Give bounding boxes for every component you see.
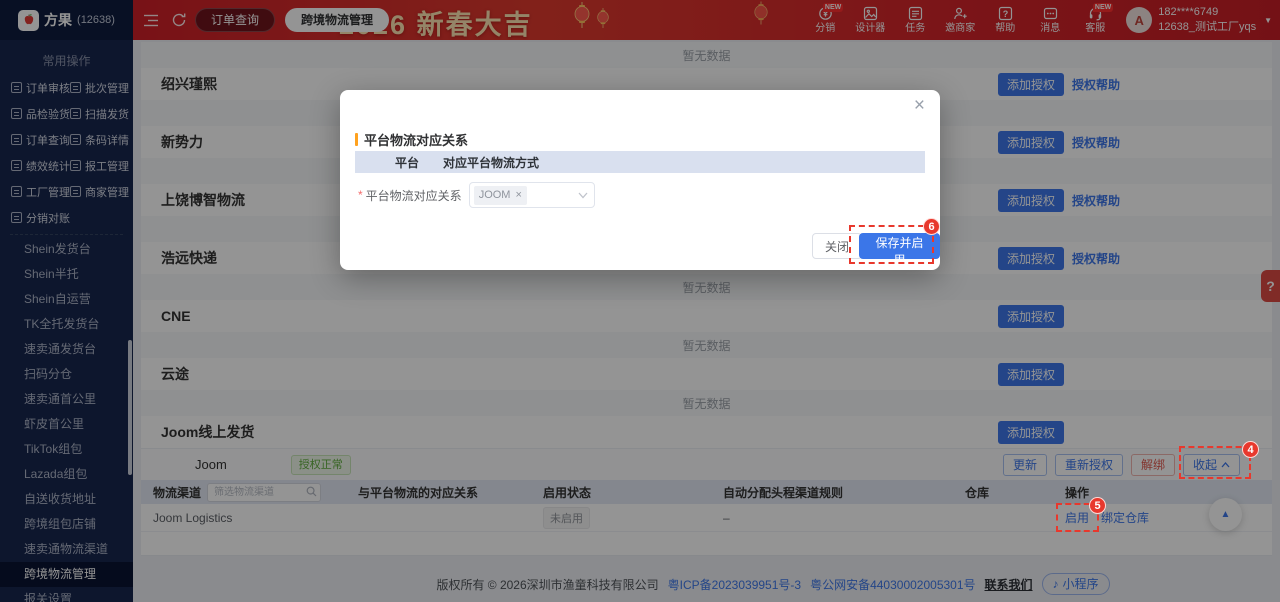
modal-section-title: 平台物流对应关系 xyxy=(364,133,469,148)
logistics-mapping-select[interactable]: JOOM × xyxy=(468,182,595,208)
modal-col-platform: 平台 xyxy=(395,155,420,170)
annotation-badge-4: 4 xyxy=(1242,441,1259,458)
modal-col-mapping: 对应平台物流方式 xyxy=(443,155,540,170)
annotation-box-6: 6 xyxy=(849,218,940,264)
annotation-badge-6: 6 xyxy=(923,218,940,235)
field-label: 平台物流对应关系 xyxy=(365,188,462,203)
annotation-box-5: 5 xyxy=(1056,497,1106,532)
section-accent-bar xyxy=(355,133,358,146)
close-icon[interactable]: × xyxy=(914,96,925,115)
chevron-down-icon xyxy=(578,192,588,199)
annotation-box-4: 4 xyxy=(1179,441,1259,479)
modal-table-header: 平台 对应平台物流方式 xyxy=(355,151,925,173)
remove-tag-icon[interactable]: × xyxy=(515,189,521,201)
app-root: 方果 (12638) 2026 新春大吉 订单查询 跨境物流管理 NEW 分销 … xyxy=(0,0,1280,602)
selected-tag: JOOM × xyxy=(473,185,527,205)
annotation-badge-5: 5 xyxy=(1089,497,1106,514)
required-asterisk: * xyxy=(358,188,363,202)
